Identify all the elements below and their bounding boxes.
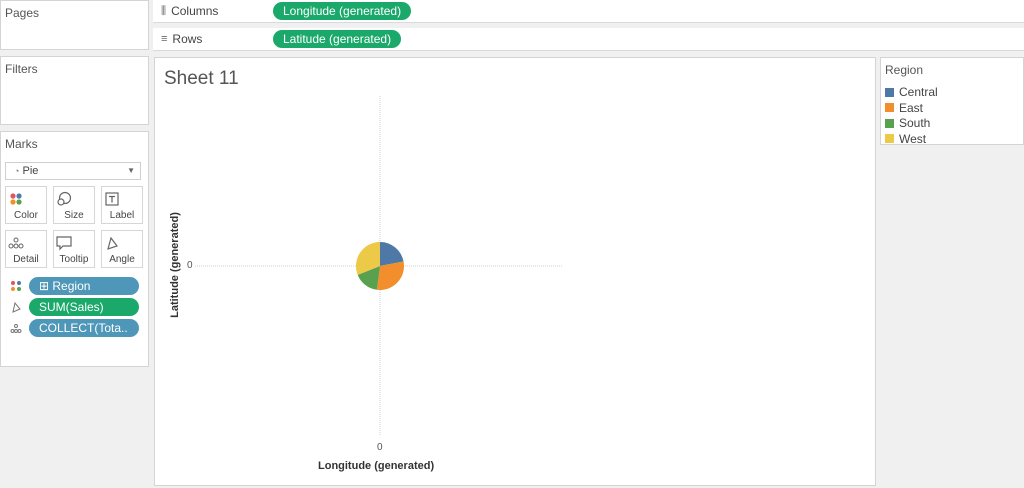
legend-swatch (885, 118, 894, 128)
chevron-down-icon: ▼ (127, 166, 135, 175)
tooltip-button[interactable]: Tooltip (53, 230, 95, 268)
tooltip-button-label: Tooltip (59, 254, 89, 265)
sum-sales-pill[interactable]: SUM(Sales) (29, 298, 139, 316)
angle-icon (9, 301, 23, 313)
pie-icon: ◔ (14, 166, 20, 176)
rows-shelf-label: ≡ Rows (161, 32, 203, 46)
region-legend[interactable]: Region Central East South West (880, 57, 1024, 146)
columns-shelf[interactable]: ⫼ Columns Longitude (generated) (153, 0, 1024, 23)
filters-panel[interactable]: Filters (0, 56, 149, 125)
color-button[interactable]: Color (5, 186, 47, 224)
label-button[interactable]: Label (101, 186, 143, 224)
legend-swatch (885, 134, 894, 143)
marks-title: Marks (5, 137, 38, 151)
mark-type-value: Pie (22, 165, 39, 177)
size-button-label: Size (64, 210, 84, 221)
label-button-label: Label (109, 210, 135, 221)
columns-icon: ⫼ (161, 4, 167, 17)
label-icon (105, 192, 119, 206)
y-tick-0: 0 (187, 260, 193, 271)
legend-title: Region (885, 63, 924, 77)
legend-item-east[interactable]: East (885, 101, 923, 115)
legend-label: Central (899, 85, 938, 99)
mark-type-dropdown[interactable]: ◔ Pie ▼ (5, 162, 141, 180)
detail-icon (8, 237, 24, 249)
x-tick-0: 0 (377, 442, 383, 453)
angle-button-label: Angle (109, 254, 135, 265)
angle-button[interactable]: Angle (101, 230, 143, 268)
tooltip-icon (56, 236, 72, 251)
latitude-pill[interactable]: Latitude (generated) (273, 30, 402, 48)
region-pill[interactable]: ⊞ Region (29, 277, 139, 295)
y-axis-title: Latitude (generated) (169, 212, 181, 318)
legend-swatch (885, 87, 894, 97)
marks-card: Marks ◔ Pie ▼ Color Size Label Detail To… (0, 131, 149, 367)
detail-button-label: Detail (13, 254, 39, 265)
sheet-view[interactable]: Sheet 11 0 0 Longitude (generated) Latit… (154, 57, 876, 486)
legend-label: West (899, 131, 927, 146)
filters-title: Filters (5, 62, 38, 76)
pages-title: Pages (5, 6, 40, 20)
size-icon (57, 191, 72, 206)
legend-swatch (885, 103, 894, 112)
rows-icon: ≡ (161, 33, 168, 45)
size-button[interactable]: Size (53, 186, 95, 224)
legend-label: East (899, 100, 924, 115)
rows-shelf[interactable]: ≡ Rows Latitude (generated) (153, 28, 1024, 51)
color-dots-icon (10, 193, 22, 205)
detail-icon (9, 322, 23, 334)
columns-shelf-label: ⫼ Columns (161, 4, 219, 18)
legend-item-west[interactable]: West (885, 132, 926, 146)
pie-slices (356, 242, 404, 290)
pie-chart[interactable] (155, 58, 875, 485)
pages-panel[interactable]: Pages (0, 0, 149, 50)
angle-icon (107, 236, 118, 250)
detail-button[interactable]: Detail (5, 230, 47, 268)
legend-label: South (899, 116, 931, 130)
collect-pill[interactable]: COLLECT(Tota.. (29, 319, 139, 337)
legend-item-central[interactable]: Central (885, 85, 938, 99)
longitude-pill[interactable]: Longitude (generated) (273, 2, 412, 20)
legend-item-south[interactable]: South (885, 116, 930, 130)
color-button-label: Color (14, 210, 38, 221)
color-dots-icon (9, 280, 23, 292)
x-axis-title: Longitude (generated) (318, 460, 435, 472)
